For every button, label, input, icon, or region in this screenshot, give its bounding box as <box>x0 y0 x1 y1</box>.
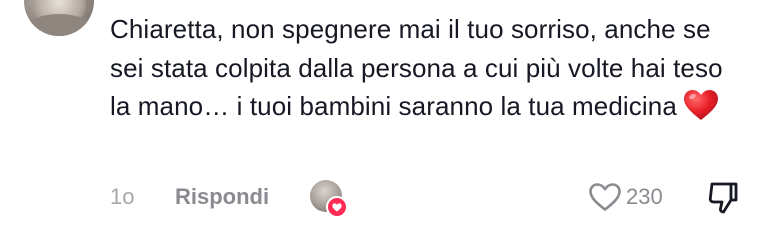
comment-meta-row: 1o Rispondi 230 <box>110 178 750 218</box>
dislike-button[interactable] <box>707 181 739 215</box>
like-count: 230 <box>626 184 663 209</box>
red-heart-emoji-icon <box>683 90 718 120</box>
small-heart-icon <box>332 202 342 212</box>
comment-timestamp: 1o <box>110 184 135 209</box>
comment-text-block: Chiaretta, non spegnere mai il tuo sorri… <box>110 10 750 126</box>
commenter-avatar[interactable] <box>24 0 94 36</box>
creator-like-badge <box>326 196 348 218</box>
heart-outline-icon <box>589 183 621 211</box>
creator-liked-indicator <box>310 180 348 218</box>
like-button[interactable]: 230 <box>588 180 663 214</box>
reply-button[interactable]: Rispondi <box>175 184 269 210</box>
avatar-shoulder <box>26 14 92 36</box>
thumbs-down-icon <box>708 182 738 214</box>
comment-item: Chiaretta, non spegnere mai il tuo sorri… <box>0 0 767 249</box>
comment-text: Chiaretta, non spegnere mai il tuo sorri… <box>110 14 723 121</box>
